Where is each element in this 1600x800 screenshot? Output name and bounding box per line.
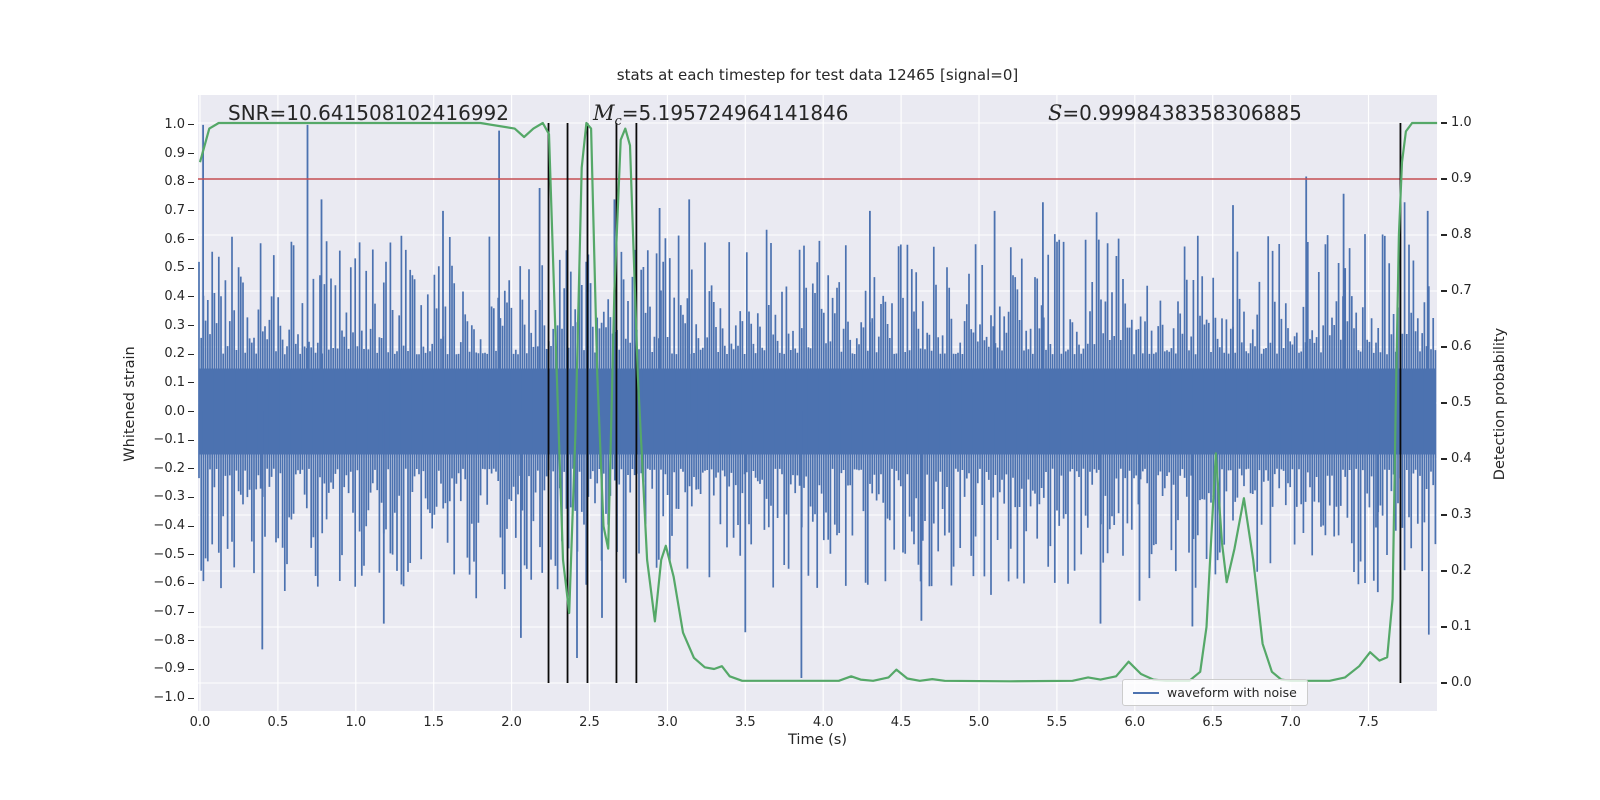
left-tick-mark (188, 181, 194, 183)
x-tick-label: 0.5 (267, 715, 289, 730)
left-tick-label: 0.3 (164, 317, 185, 333)
left-tick-mark (188, 496, 194, 499)
left-tick-label: 0.5 (164, 260, 185, 276)
right-tick-mark (1441, 178, 1447, 180)
legend-line-sample (1133, 691, 1159, 694)
left-tick-label: 0.8 (164, 174, 185, 190)
left-tick-label: 0.4 (164, 288, 185, 304)
left-tick-label: 0.1 (164, 374, 185, 390)
left-tick-mark (188, 296, 194, 298)
left-tick-label: 0.9 (164, 145, 185, 161)
annotation-mc-subscript: c (614, 114, 622, 129)
right-tick-label: 0.9 (1451, 171, 1472, 186)
left-tick-mark (188, 611, 194, 613)
left-tick-mark (188, 267, 194, 269)
legend-label: waveform with noise (1167, 685, 1297, 700)
x-tick-label: 0.0 (189, 715, 211, 730)
left-tick-mark (188, 124, 194, 126)
left-tick-label: 0.6 (164, 231, 185, 247)
left-tick-label: −0.5 (153, 546, 185, 562)
right-tick-label: 0.2 (1451, 563, 1472, 578)
right-tick-label: 0.6 (1451, 339, 1472, 354)
left-tick-mark (188, 238, 194, 241)
left-tick-mark (188, 324, 194, 327)
right-tick-mark (1441, 122, 1447, 124)
right-y-axis-label: Detection probability (1492, 327, 1508, 481)
right-tick-label: 0.4 (1451, 451, 1472, 466)
left-tick-mark (188, 382, 194, 384)
left-tick-label: −0.1 (153, 432, 185, 448)
left-y-axis-label: Whitened strain (122, 346, 138, 462)
right-tick-label: 0.8 (1451, 227, 1472, 242)
left-tick-mark (188, 525, 194, 527)
right-tick-mark (1441, 458, 1447, 460)
x-tick-label: 2.5 (579, 715, 600, 730)
right-tick-label: 0.3 (1451, 507, 1472, 522)
left-tick-label: 0.7 (164, 202, 185, 218)
x-axis-label: Time (s) (788, 732, 847, 748)
right-tick-label: 0.5 (1451, 395, 1472, 410)
left-tick-label: −0.6 (153, 575, 185, 591)
figure-canvas: stats at each timestep for test data 124… (0, 0, 1600, 800)
x-tick-label: 5.0 (968, 715, 990, 730)
x-tick-label: 7.5 (1358, 715, 1379, 730)
left-tick-mark (188, 410, 194, 413)
x-tick-label: 3.0 (657, 715, 678, 730)
annotation-chirp-mass: Mc=5.195724964141846 (593, 101, 849, 129)
right-tick-mark (1441, 346, 1447, 348)
left-tick-mark (188, 468, 194, 470)
x-tick-label: 7.0 (1280, 715, 1301, 730)
right-tick-mark (1441, 514, 1447, 516)
left-tick-label: 0.2 (164, 346, 185, 362)
chart-title: stats at each timestep for test data 124… (616, 66, 1019, 84)
annotation-mc-value: =5.195724964141846 (621, 101, 849, 125)
left-tick-mark (188, 640, 194, 642)
right-tick-label: 0.0 (1451, 675, 1472, 690)
legend[interactable]: waveform with noise (1122, 679, 1308, 706)
left-tick-mark (188, 152, 194, 155)
left-tick-label: −1.0 (153, 690, 185, 706)
left-tick-label: 0.0 (164, 403, 185, 419)
annotation-snr: SNR=10.641508102416992 (228, 101, 509, 125)
left-tick-label: −0.4 (153, 518, 185, 534)
right-tick-label: 0.1 (1451, 619, 1472, 634)
x-tick-label: 6.0 (1124, 715, 1146, 730)
right-tick-label: 0.7 (1451, 283, 1472, 298)
left-tick-label: −0.8 (153, 632, 185, 648)
left-tick-mark (188, 439, 194, 441)
left-tick-mark (188, 668, 194, 671)
x-tick-label: 1.5 (423, 715, 445, 730)
x-tick-label: 6.5 (1202, 715, 1224, 730)
left-tick-mark (188, 582, 194, 585)
annotation-snr-text: SNR=10.641508102416992 (228, 101, 509, 125)
right-tick-mark (1441, 402, 1447, 404)
annotation-s-symbol: S (1048, 101, 1063, 125)
left-tick-mark (188, 210, 194, 212)
left-tick-mark (188, 554, 194, 556)
x-tick-label: 5.5 (1046, 715, 1068, 730)
right-tick-mark (1441, 682, 1447, 684)
x-tick-label: 1.0 (345, 715, 367, 730)
annotation-s-value: =0.9998438358306885 (1062, 101, 1302, 125)
left-tick-label: −0.2 (153, 460, 185, 476)
left-tick-mark (188, 697, 194, 699)
x-tick-label: 4.0 (812, 715, 834, 730)
annotation-mc-symbol: M (593, 101, 615, 125)
right-tick-mark (1441, 290, 1447, 292)
left-tick-label: −0.3 (153, 489, 185, 505)
right-tick-mark (1441, 626, 1447, 628)
annotation-score: S=0.9998438358306885 (1048, 101, 1302, 125)
left-tick-label: 1.0 (164, 116, 185, 132)
left-tick-label: −0.9 (153, 661, 185, 677)
right-tick-mark (1441, 234, 1447, 236)
x-tick-label: 2.0 (501, 715, 522, 730)
right-tick-label: 1.0 (1451, 115, 1472, 130)
right-tick-mark (1441, 570, 1447, 572)
x-tick-label: 3.5 (734, 715, 756, 730)
left-tick-label: −0.7 (153, 604, 185, 620)
x-tick-label: 4.5 (890, 715, 912, 730)
left-tick-mark (188, 353, 194, 355)
